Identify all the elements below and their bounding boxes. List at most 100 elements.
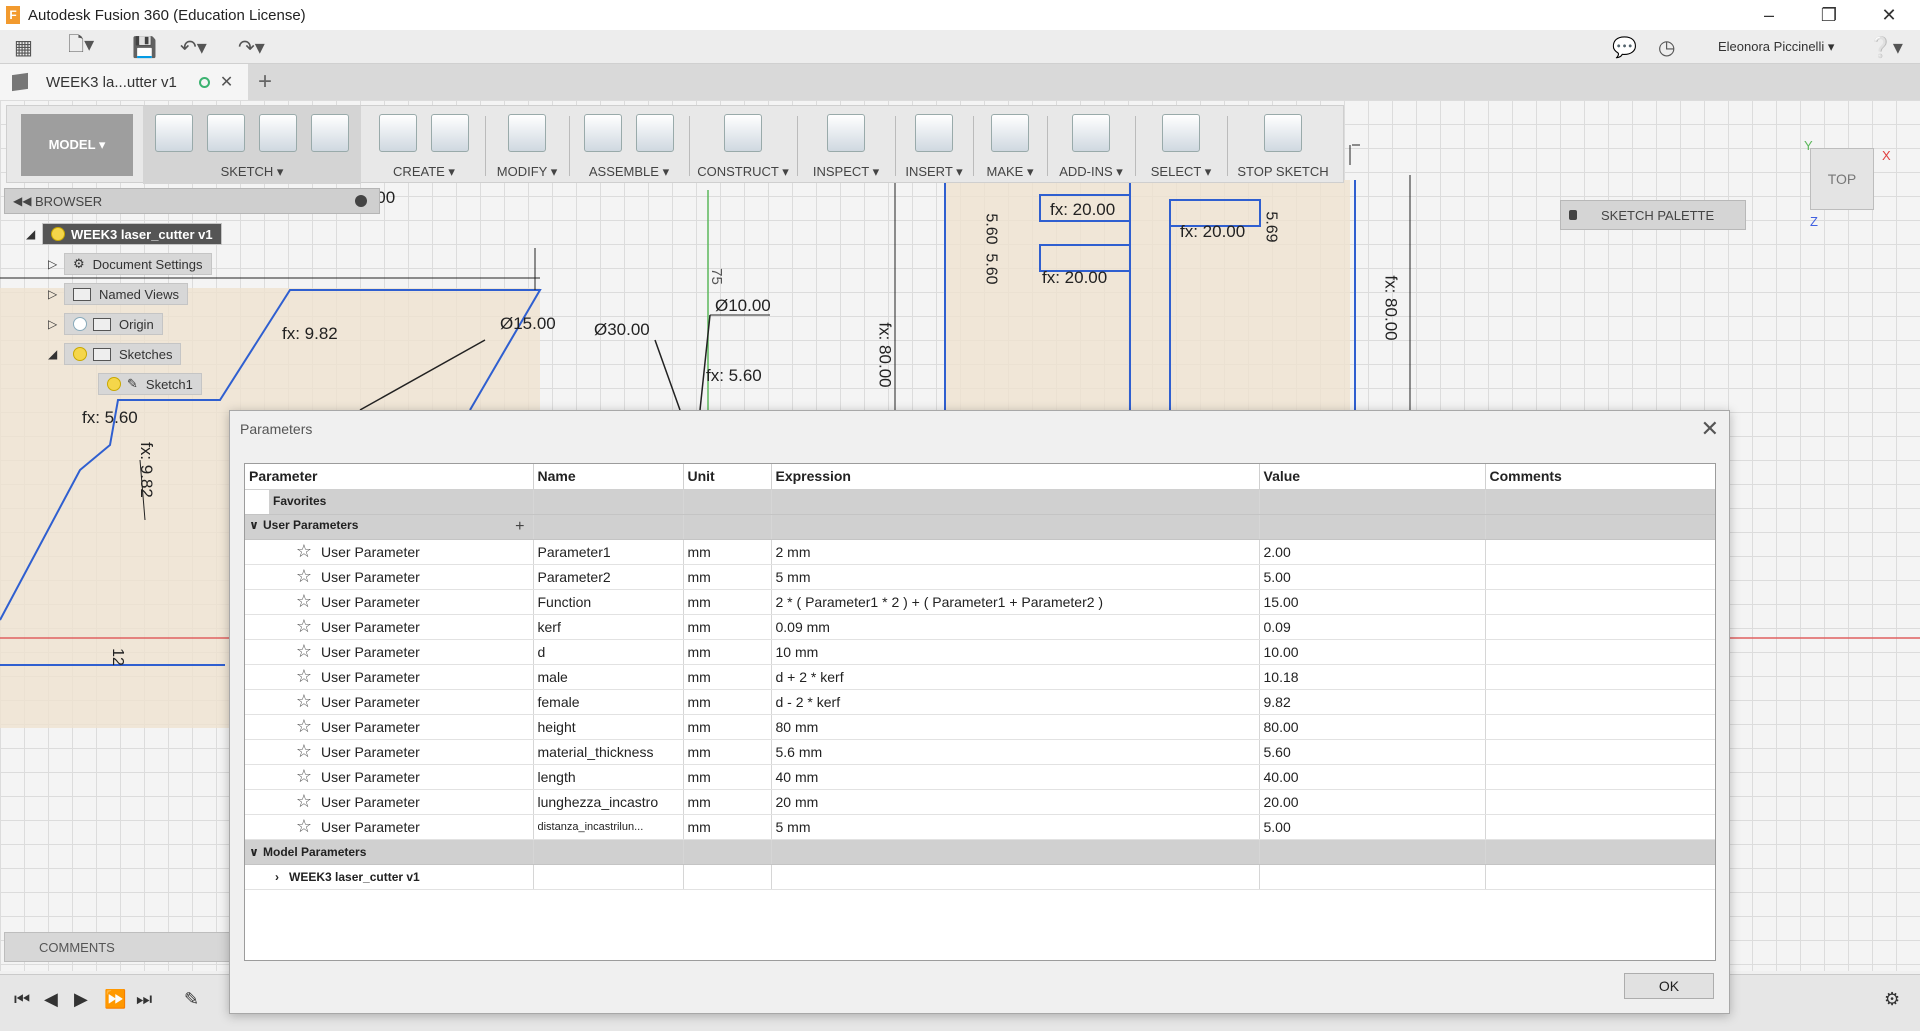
table-row[interactable]: ☆ User Parameter male mm d + 2 * kerf 10.18: [245, 664, 1715, 690]
cell-expression[interactable]: 5.6 mm: [771, 739, 1260, 765]
close-dialog-icon[interactable]: ✕: [1701, 416, 1719, 442]
create-sketch-icon[interactable]: [155, 114, 193, 152]
table-row[interactable]: ☆ User Parameter height mm 80 mm 80.00: [245, 714, 1715, 740]
toolbar-group-make[interactable]: MAKE ▾: [977, 106, 1043, 184]
dim-label[interactable]: fx: 20.00: [1180, 222, 1245, 242]
panel-pin-icon[interactable]: [355, 195, 367, 207]
favorite-star-icon[interactable]: ☆: [293, 741, 315, 762]
minimize-icon[interactable]: –: [1740, 0, 1798, 30]
collapse-triangle-icon[interactable]: ◢: [48, 347, 64, 361]
favorite-star-icon[interactable]: ☆: [293, 566, 315, 587]
cell-name[interactable]: male: [533, 664, 684, 690]
extrude-icon[interactable]: [379, 114, 417, 152]
cell-comment[interactable]: [1485, 764, 1715, 790]
undo-icon[interactable]: ↶▾: [180, 35, 207, 59]
cell-name[interactable]: kerf: [533, 614, 684, 640]
close-window-icon[interactable]: ✕: [1860, 0, 1918, 30]
toolbar-group-label[interactable]: STOP SKETCH: [1231, 164, 1335, 179]
cell-expression[interactable]: 5 mm: [771, 814, 1260, 840]
cell-name[interactable]: lunghezza_incastro: [533, 789, 684, 815]
press-pull-icon[interactable]: [508, 114, 546, 152]
user-account-menu[interactable]: Eleonora Piccinelli ▾: [1718, 39, 1834, 55]
toolbar-group-label[interactable]: SELECT ▾: [1139, 164, 1223, 180]
expand-triangle-icon[interactable]: ▷: [48, 317, 64, 331]
cell-expression[interactable]: 0.09 mm: [771, 614, 1260, 640]
toolbar-group-select[interactable]: SELECT ▾: [1139, 106, 1223, 184]
cell-comment[interactable]: [1485, 539, 1715, 565]
cell-expression[interactable]: 20 mm: [771, 789, 1260, 815]
favorite-star-icon[interactable]: ☆: [293, 541, 315, 562]
dim-label[interactable]: fx: 5.60: [706, 366, 762, 386]
notifications-icon[interactable]: 💬: [1612, 35, 1637, 59]
sketch-circle-icon[interactable]: [311, 114, 349, 152]
collapse-chevron-icon[interactable]: ∨: [245, 518, 263, 532]
browser-root-node[interactable]: ◢ WEEK3 laser_cutter v1: [26, 222, 222, 246]
dim-label[interactable]: 12: [108, 648, 126, 666]
dim-label[interactable]: Ø10.00: [715, 296, 771, 316]
cell-comment[interactable]: [1485, 639, 1715, 665]
panel-expand-icon[interactable]: [1569, 210, 1577, 220]
toolbar-group-label[interactable]: MAKE ▾: [977, 164, 1043, 180]
cell-comment[interactable]: [1485, 664, 1715, 690]
redo-icon[interactable]: ↷▾: [238, 35, 265, 59]
favorite-star-icon[interactable]: ☆: [293, 816, 315, 837]
table-row[interactable]: ☆ User Parameter female mm d - 2 * kerf 9.82: [245, 689, 1715, 715]
cell-comment[interactable]: [1485, 689, 1715, 715]
cell-name[interactable]: Function: [533, 589, 684, 615]
cell-name[interactable]: length: [533, 764, 684, 790]
table-row[interactable]: ☆ User Parameter lunghezza_incastro mm 20 mm…: [245, 789, 1715, 815]
help-icon[interactable]: ❔▾: [1868, 35, 1903, 59]
toolbar-group-create[interactable]: CREATE ▾: [369, 106, 479, 184]
dim-label[interactable]: 75: [708, 268, 725, 285]
toolbar-group-construct[interactable]: CONSTRUCT ▾: [693, 106, 793, 184]
toolbar-group-inspect[interactable]: INSPECT ▾: [801, 106, 891, 184]
dim-label[interactable]: fx: 80.00: [875, 322, 895, 387]
table-row[interactable]: ☆ User Parameter distanza_incastrilun... mm…: [245, 814, 1715, 840]
parameters-table-container[interactable]: Parameter Name Unit Expression Value Com…: [244, 463, 1716, 961]
cell-name[interactable]: Parameter1: [533, 539, 684, 565]
cell-comment[interactable]: [1485, 739, 1715, 765]
job-status-clock-icon[interactable]: ◷: [1658, 35, 1675, 59]
dim-label[interactable]: fx: 9.82: [136, 442, 156, 498]
table-row[interactable]: ☆ User Parameter kerf mm 0.09 mm 0.09: [245, 614, 1715, 640]
form-icon[interactable]: [431, 114, 469, 152]
table-row[interactable]: ☆ User Parameter d mm 10 mm 10.00: [245, 639, 1715, 665]
visibility-bulb-icon[interactable]: [73, 347, 87, 361]
cell-name[interactable]: d: [533, 639, 684, 665]
table-row[interactable]: ☆ User Parameter Parameter2 mm 5 mm 5.00: [245, 564, 1715, 590]
dim-label[interactable]: 5.60: [982, 253, 1000, 284]
toolbar-group-insert[interactable]: INSERT ▾: [899, 106, 969, 184]
add-user-parameter-plus-icon[interactable]: +: [515, 518, 524, 536]
favorite-star-icon[interactable]: ☆: [293, 691, 315, 712]
offset-plane-icon[interactable]: [724, 114, 762, 152]
measure-icon[interactable]: [827, 114, 865, 152]
toolbar-group-label[interactable]: CONSTRUCT ▾: [693, 164, 793, 180]
play-icon[interactable]: ▶: [74, 989, 88, 1010]
toolbar-group-assemble[interactable]: ASSEMBLE ▾: [573, 106, 685, 184]
dim-label[interactable]: Ø30.00: [594, 320, 650, 340]
dim-label[interactable]: fx: 80.00: [1381, 275, 1401, 340]
cell-expression[interactable]: d + 2 * kerf: [771, 664, 1260, 690]
favorite-star-icon[interactable]: ☆: [293, 616, 315, 637]
dim-label[interactable]: fx: 5.60: [82, 408, 138, 428]
toolbar-group-label[interactable]: MODIFY ▾: [489, 164, 565, 180]
workspace-switcher-button[interactable]: MODEL ▾: [21, 114, 133, 176]
cell-comment[interactable]: [1485, 564, 1715, 590]
table-row[interactable]: ☆ User Parameter Parameter1 mm 2 mm 2.00: [245, 539, 1715, 565]
toolbar-group-label[interactable]: INSPECT ▾: [801, 164, 891, 180]
view-cube[interactable]: TOP: [1810, 148, 1874, 210]
table-row[interactable]: ☆ User Parameter material_thickness mm 5.6 m…: [245, 739, 1715, 765]
browser-item-origin[interactable]: ▷ Origin: [48, 312, 163, 336]
sketch-line-icon[interactable]: [207, 114, 245, 152]
expand-chevron-icon[interactable]: ›: [275, 870, 279, 884]
expand-triangle-icon[interactable]: ▷: [48, 257, 64, 271]
sketch-palette-panel[interactable]: SKETCH PALETTE: [1560, 200, 1746, 230]
data-panel-grid-icon[interactable]: ▦: [14, 35, 33, 59]
visibility-bulb-icon[interactable]: [107, 377, 121, 391]
column-header-value[interactable]: Value: [1259, 464, 1486, 490]
cell-name[interactable]: material_thickness: [533, 739, 684, 765]
toolbar-group-label[interactable]: ASSEMBLE ▾: [573, 164, 685, 180]
table-row[interactable]: ☆ User Parameter Function mm 2 * ( Parameter…: [245, 589, 1715, 615]
column-header-name[interactable]: Name: [533, 464, 684, 490]
stop-sketch-icon[interactable]: [1264, 114, 1302, 152]
